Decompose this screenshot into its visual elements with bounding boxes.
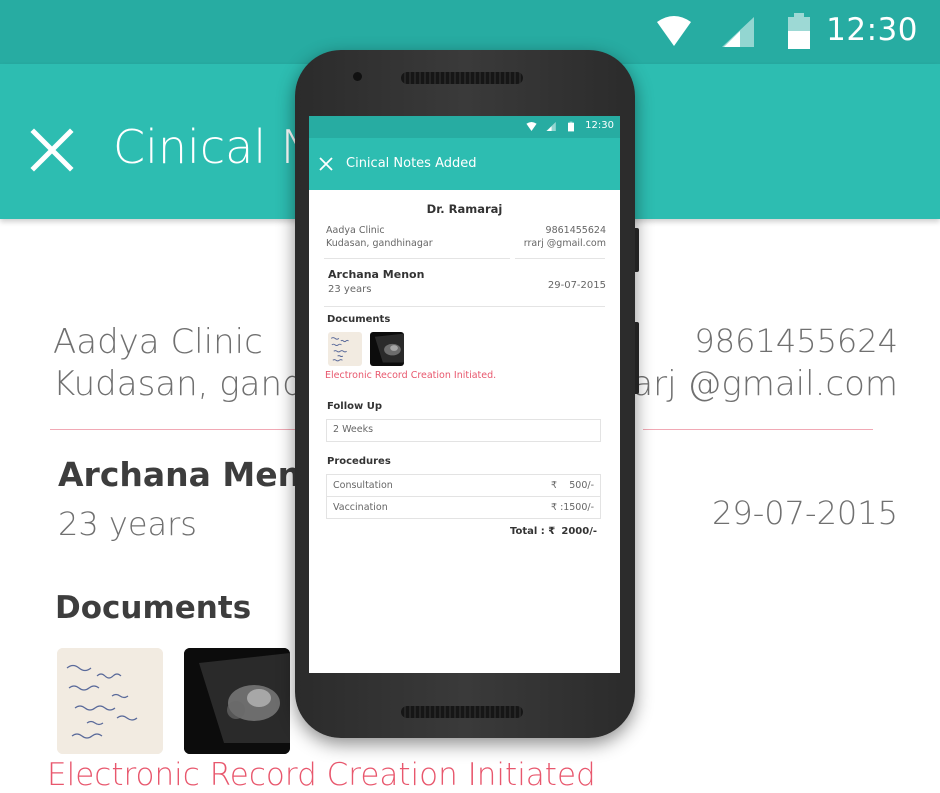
follow-up-value: 2 Weeks (333, 424, 374, 435)
procedure-amount: 1500/- (563, 502, 594, 513)
follow-up-heading: Follow Up (327, 401, 383, 412)
bg-clinic-address: Kudasan, gandh (53, 364, 326, 404)
doctor-name: Dr. Ramaraj (426, 202, 503, 216)
ultrasound-scan-thumbnail[interactable] (184, 648, 290, 754)
clinic-email: rrarj @gmail.com (523, 238, 606, 249)
divider (324, 258, 510, 259)
procedure-name: Vaccination (333, 502, 388, 513)
wifi-icon (657, 16, 691, 46)
visit-date: 29-07-2015 (547, 280, 606, 291)
total-amount: 2000/- (561, 526, 597, 537)
front-camera (353, 72, 362, 81)
procedure-currency: ₹ (551, 480, 558, 491)
phone-device: 12:30 Cinical Notes Added Dr. Ramaraj Aa… (295, 50, 639, 738)
bg-clinic-phone: 9861455624 (694, 322, 898, 360)
top-speaker (401, 72, 523, 84)
cell-signal-icon (546, 122, 556, 131)
status-time: 12:30 (826, 12, 918, 48)
record-status: Electronic Record Creation Initiated. (325, 370, 497, 381)
procedure-currency: ₹ : (551, 502, 564, 513)
divider (324, 306, 605, 307)
divider (515, 258, 605, 259)
procedure-row[interactable]: Consultation ₹ 500/- (326, 474, 601, 497)
procedure-amount: 500/- (569, 480, 594, 491)
bottom-speaker (401, 706, 523, 718)
screen-app-bar: Cinical Notes Added (309, 138, 620, 190)
close-icon[interactable] (319, 157, 333, 171)
bg-patient-age: 23 years (58, 505, 197, 543)
bg-documents-heading: Documents (55, 590, 252, 626)
wifi-icon (526, 122, 537, 131)
clinic-name: Aadya Clinic (326, 225, 385, 236)
bg-clinic-email: rrarj @gmail.com (604, 364, 898, 404)
battery-icon (568, 121, 574, 132)
bg-divider (643, 429, 873, 430)
procedure-name: Consultation (333, 480, 393, 491)
close-icon[interactable] (28, 126, 76, 174)
patient-name: Archana Menon (328, 268, 425, 281)
ultrasound-scan-thumbnail[interactable] (370, 332, 404, 366)
handwritten-note-thumbnail[interactable] (57, 648, 163, 754)
bg-divider (50, 429, 295, 430)
screen-status-bar: 12:30 (309, 116, 620, 138)
handwritten-note-thumbnail[interactable] (328, 332, 362, 366)
bg-patient-name: Archana Meno (58, 455, 324, 494)
clinic-address: Kudasan, gandhinagar (326, 238, 433, 249)
bg-visit-date: 29-07-2015 (712, 494, 898, 532)
patient-age: 23 years (328, 284, 372, 295)
cell-signal-icon (722, 17, 754, 47)
total-label: Total : ₹ (510, 526, 556, 537)
procedure-row[interactable]: Vaccination ₹ : 1500/- (326, 496, 601, 519)
battery-icon (788, 13, 810, 49)
procedures-heading: Procedures (327, 456, 391, 467)
bg-clinic-name: Aadya Clinic (53, 322, 263, 362)
phone-screen: 12:30 Cinical Notes Added Dr. Ramaraj Aa… (309, 116, 620, 673)
volume-button (635, 322, 639, 394)
documents-heading: Documents (327, 314, 391, 325)
power-button (635, 228, 639, 272)
page-title: Cinical Notes Added (346, 156, 477, 171)
follow-up-field[interactable]: 2 Weeks (326, 419, 601, 442)
clinic-phone: 9861455624 (545, 225, 606, 236)
screen-status-time: 12:30 (585, 120, 614, 131)
bg-record-status: Electronic Record Creation Initiated (47, 757, 596, 793)
